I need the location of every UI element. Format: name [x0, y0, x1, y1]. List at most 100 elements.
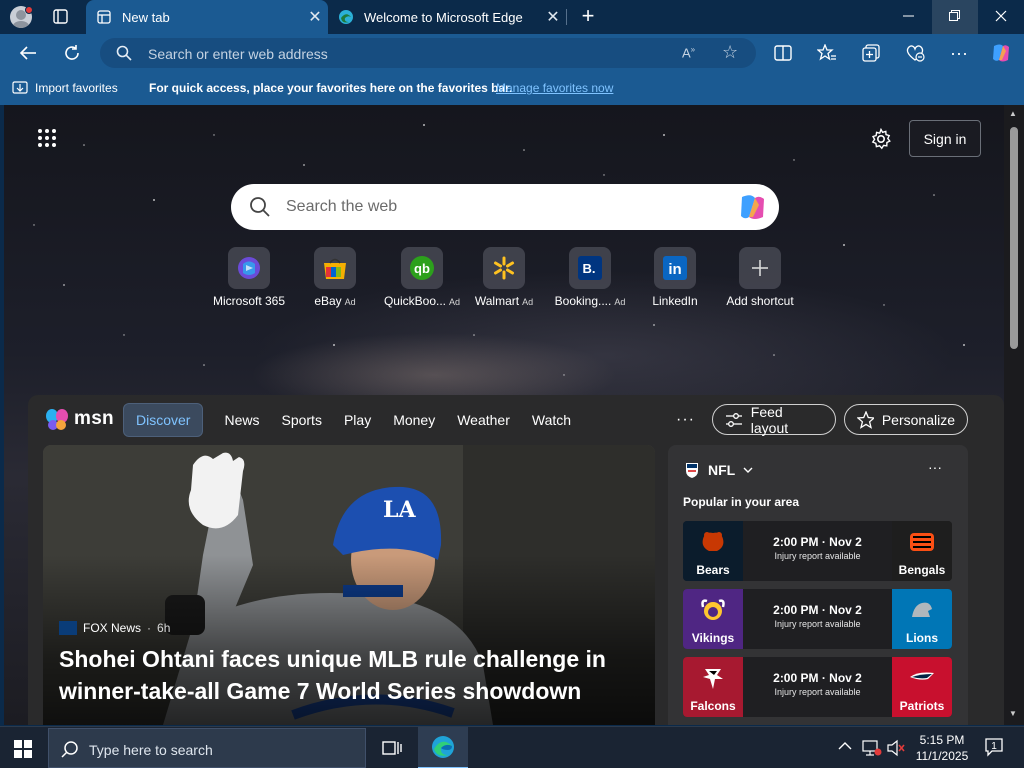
favorite-star-icon[interactable]: ☆	[722, 42, 738, 63]
more-tabs-button[interactable]: ···	[676, 411, 695, 429]
shortcut-walmart[interactable]: Walmart Ad	[459, 245, 549, 308]
refresh-button[interactable]	[58, 40, 86, 66]
taskbar-search-box[interactable]: Type here to search	[48, 728, 366, 768]
restore-button[interactable]	[932, 0, 978, 34]
clock-time: 5:15 PM	[919, 733, 965, 747]
msn-logo[interactable]: msn	[44, 407, 114, 431]
network-icon[interactable]	[862, 739, 882, 760]
read-aloud-icon[interactable]: A»	[682, 45, 695, 60]
shortcut-label: QuickBoo...	[383, 294, 446, 308]
system-clock[interactable]: 5:15 PM 11/1/2025	[914, 732, 970, 764]
close-tab-icon[interactable]: ✕	[302, 7, 328, 27]
tab-news[interactable]: News	[213, 403, 270, 437]
close-window-button[interactable]	[978, 0, 1024, 34]
bears-logo-icon	[702, 532, 724, 551]
patriots-logo-icon	[910, 672, 934, 680]
notification-count: 1	[991, 741, 997, 752]
import-icon	[12, 81, 28, 94]
game-card-bears-bengals[interactable]: Bears 2:00 PM · Nov 2 Injury report avai…	[683, 521, 952, 581]
story-source: FOX News · 6h	[59, 621, 170, 635]
new-tab-page: Sign in Search the web Microsoft 365 eBa…	[4, 105, 1004, 725]
scroll-down-arrow-icon[interactable]: ▼	[1009, 709, 1017, 718]
away-team-panel: Lions	[892, 589, 952, 649]
home-team-name: Vikings	[691, 631, 735, 645]
task-view-button[interactable]	[382, 739, 402, 762]
tab-watch[interactable]: Watch	[521, 403, 582, 437]
nfl-widget: NFL ··· Popular in your area Bears 2:00 …	[668, 445, 968, 725]
lions-logo-icon	[912, 602, 932, 617]
split-screen-icon[interactable]	[772, 43, 794, 63]
collections-icon[interactable]	[860, 43, 882, 63]
feed-layout-label: Feed layout	[750, 403, 789, 436]
tab-weather[interactable]: Weather	[446, 403, 521, 437]
tab-discover[interactable]: Discover	[123, 403, 204, 437]
scrollbar-thumb[interactable]	[1010, 127, 1018, 349]
nfl-more-options-icon[interactable]: ···	[928, 459, 942, 475]
tab-play[interactable]: Play	[333, 403, 382, 437]
shortcut-linkedin[interactable]: in LinkedIn	[630, 245, 720, 308]
scroll-up-arrow-icon[interactable]: ▲	[1009, 109, 1017, 118]
chevron-down-icon	[743, 467, 753, 473]
search-icon	[61, 740, 79, 763]
tab-actions-button[interactable]	[46, 6, 74, 28]
hero-headline[interactable]: Shohei Ohtani faces unique MLB rule chal…	[59, 643, 629, 707]
close-tab-icon[interactable]: ✕	[540, 7, 566, 27]
booking-icon: B.	[569, 247, 611, 289]
windows-taskbar: Type here to search 5:15 PM 11/1/2025 1	[0, 726, 1024, 768]
game-card-vikings-lions[interactable]: Vikings 2:00 PM · Nov 2 Injury report av…	[683, 589, 952, 649]
msn-butterfly-icon	[46, 409, 68, 430]
favorites-icon[interactable]	[816, 43, 838, 63]
minimize-button[interactable]	[886, 0, 932, 34]
notification-icon: 1	[985, 738, 1003, 757]
nfl-header[interactable]: NFL	[684, 461, 753, 479]
tab-new-tab[interactable]: New tab ✕	[86, 0, 328, 34]
page-settings-button[interactable]	[870, 127, 892, 150]
volume-muted-icon[interactable]	[886, 739, 906, 760]
favorites-bar-message: For quick access, place your favorites h…	[149, 81, 513, 95]
home-team-panel: Falcons	[683, 657, 743, 717]
game-info: 2:00 PM · Nov 2 Injury report available	[743, 603, 892, 629]
shortcut-ebay[interactable]: eBay Ad	[290, 245, 380, 308]
gear-icon	[871, 127, 891, 150]
back-button[interactable]	[14, 40, 42, 66]
game-card-falcons-patriots[interactable]: Falcons 2:00 PM · Nov 2 Injury report av…	[683, 657, 952, 717]
nfl-subtitle: Popular in your area	[683, 495, 800, 509]
sliders-icon	[726, 412, 742, 427]
hero-story-card[interactable]: LA FOX News · 6h Shohei Ohtani faces uni…	[43, 445, 655, 725]
web-search-placeholder: Search the web	[286, 198, 398, 215]
tab-welcome-edge[interactable]: Welcome to Microsoft Edge ✕	[328, 0, 566, 34]
shortcut-quickbooks[interactable]: qb QuickBoo... Ad	[377, 245, 467, 308]
copilot-icon[interactable]	[737, 193, 767, 221]
address-bar[interactable]: Search or enter web address A» ☆	[100, 38, 756, 68]
home-team-name: Falcons	[690, 699, 736, 713]
import-favorites-button[interactable]: Import favorites	[12, 81, 118, 95]
notification-center-button[interactable]: 1	[984, 737, 1004, 757]
personalize-button[interactable]: Personalize	[844, 404, 968, 435]
manage-favorites-link[interactable]: Manage favorites now	[496, 81, 613, 95]
home-team-panel: Bears	[683, 521, 743, 581]
start-button[interactable]	[14, 740, 32, 758]
show-hidden-icons-button[interactable]	[838, 739, 852, 754]
web-search-box[interactable]: Search the web	[231, 184, 779, 230]
tab-actions-icon	[53, 9, 68, 24]
app-launcher-button[interactable]	[38, 129, 58, 149]
shortcut-add[interactable]: Add shortcut	[715, 245, 805, 308]
shortcuts-row: Microsoft 365 eBay Ad qb QuickBoo... Ad Wa…	[4, 245, 1004, 315]
feed-layout-button[interactable]: Feed layout	[712, 403, 836, 436]
tab-label: New tab	[122, 9, 170, 25]
page-scrollbar[interactable]: ▲ ▼	[1004, 105, 1024, 725]
falcons-logo-icon	[703, 669, 723, 689]
sign-in-button[interactable]: Sign in	[909, 120, 981, 157]
tab-money[interactable]: Money	[382, 403, 446, 437]
browser-essentials-icon[interactable]	[904, 43, 926, 63]
new-tab-button[interactable]: +	[574, 4, 602, 30]
more-options-icon[interactable]: ···	[948, 43, 970, 63]
taskbar-edge-button[interactable]	[418, 727, 468, 768]
game-time: 2:00 PM · Nov 2	[773, 671, 862, 685]
tab-sports[interactable]: Sports	[270, 403, 332, 437]
profile-avatar[interactable]	[8, 4, 36, 30]
shortcut-booking[interactable]: B. Booking.... Ad	[545, 245, 635, 308]
refresh-icon	[65, 45, 79, 60]
shortcut-microsoft-365[interactable]: Microsoft 365	[204, 245, 294, 308]
copilot-icon[interactable]	[990, 43, 1012, 63]
